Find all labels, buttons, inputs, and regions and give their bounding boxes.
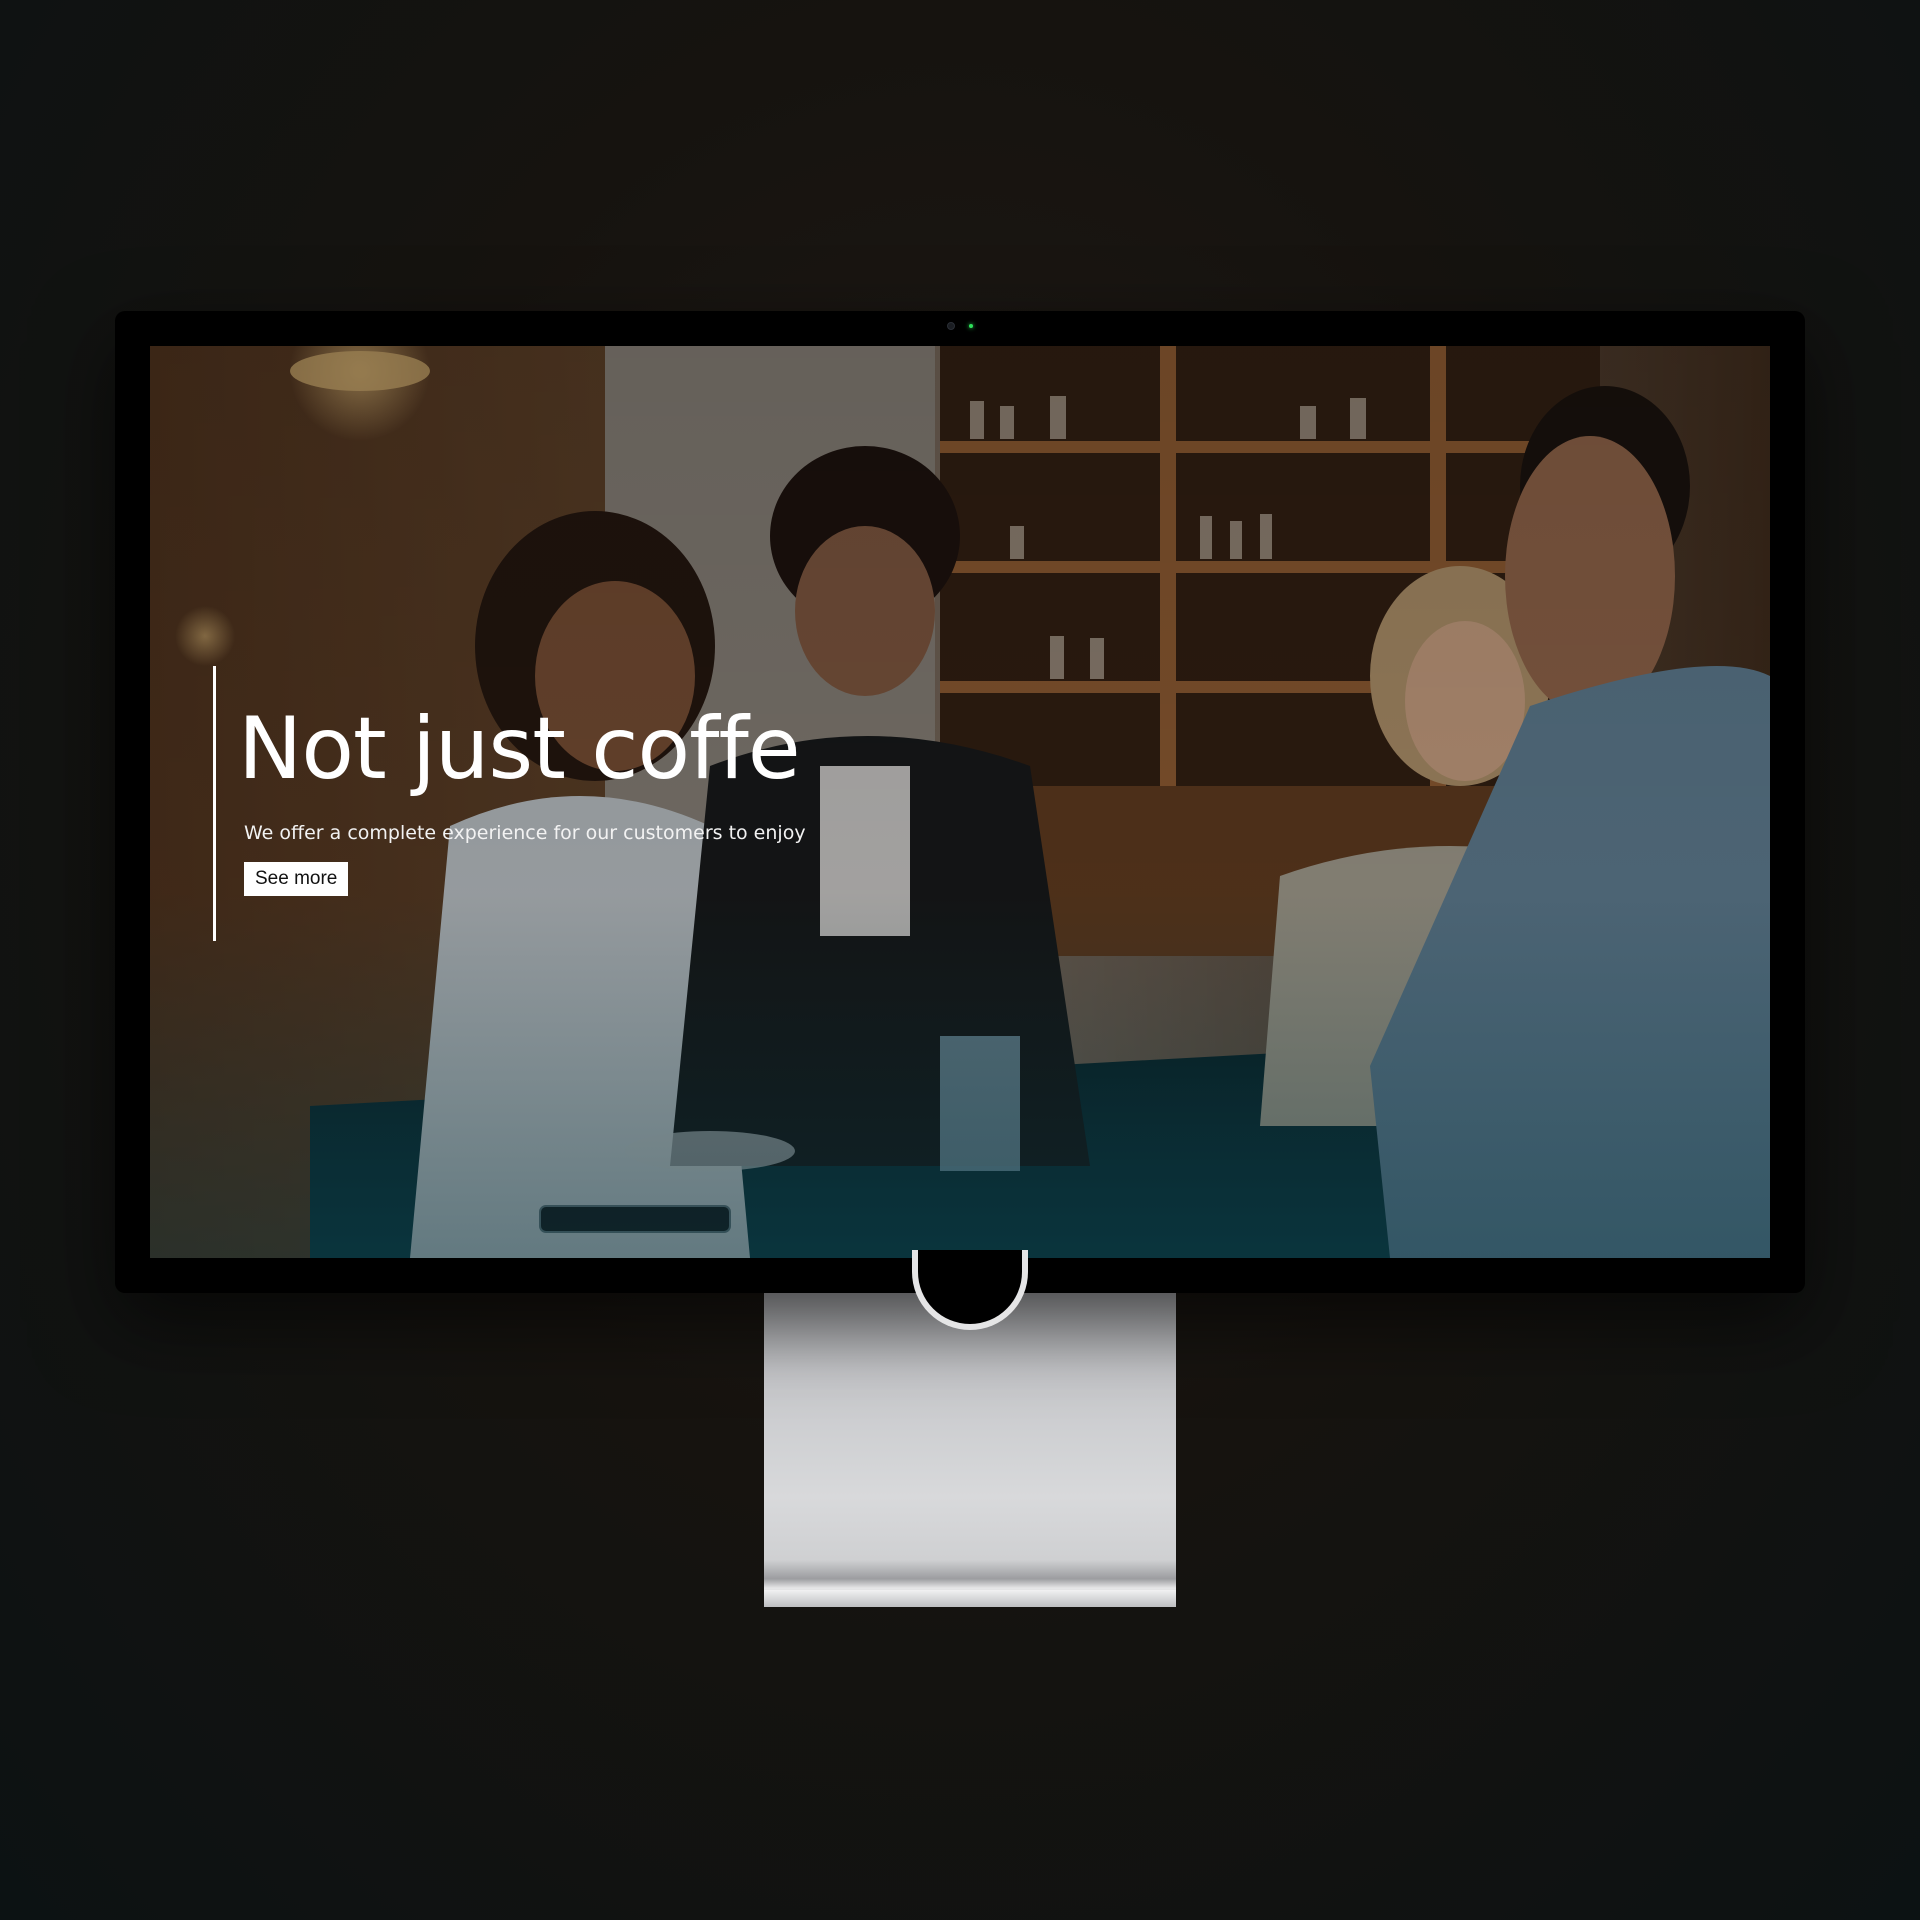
hero-title: Not just coffe <box>238 699 801 799</box>
hero-section: Not just coffe We offer a complete exper… <box>213 666 806 941</box>
monitor-stand-foot <box>764 1590 1176 1607</box>
screen: Not just coffe We offer a complete exper… <box>150 346 1770 1258</box>
monitor-stand <box>764 1293 1176 1607</box>
desktop-backdrop: Not just coffe We offer a complete exper… <box>0 0 1920 1920</box>
monitor: Not just coffe We offer a complete exper… <box>115 311 1805 1293</box>
hero-subtitle: We offer a complete experience for our c… <box>244 822 806 844</box>
camera-indicator-led <box>969 324 973 328</box>
camera-bar <box>947 322 973 330</box>
see-more-button[interactable]: See more <box>244 862 349 896</box>
camera-icon <box>947 322 955 330</box>
